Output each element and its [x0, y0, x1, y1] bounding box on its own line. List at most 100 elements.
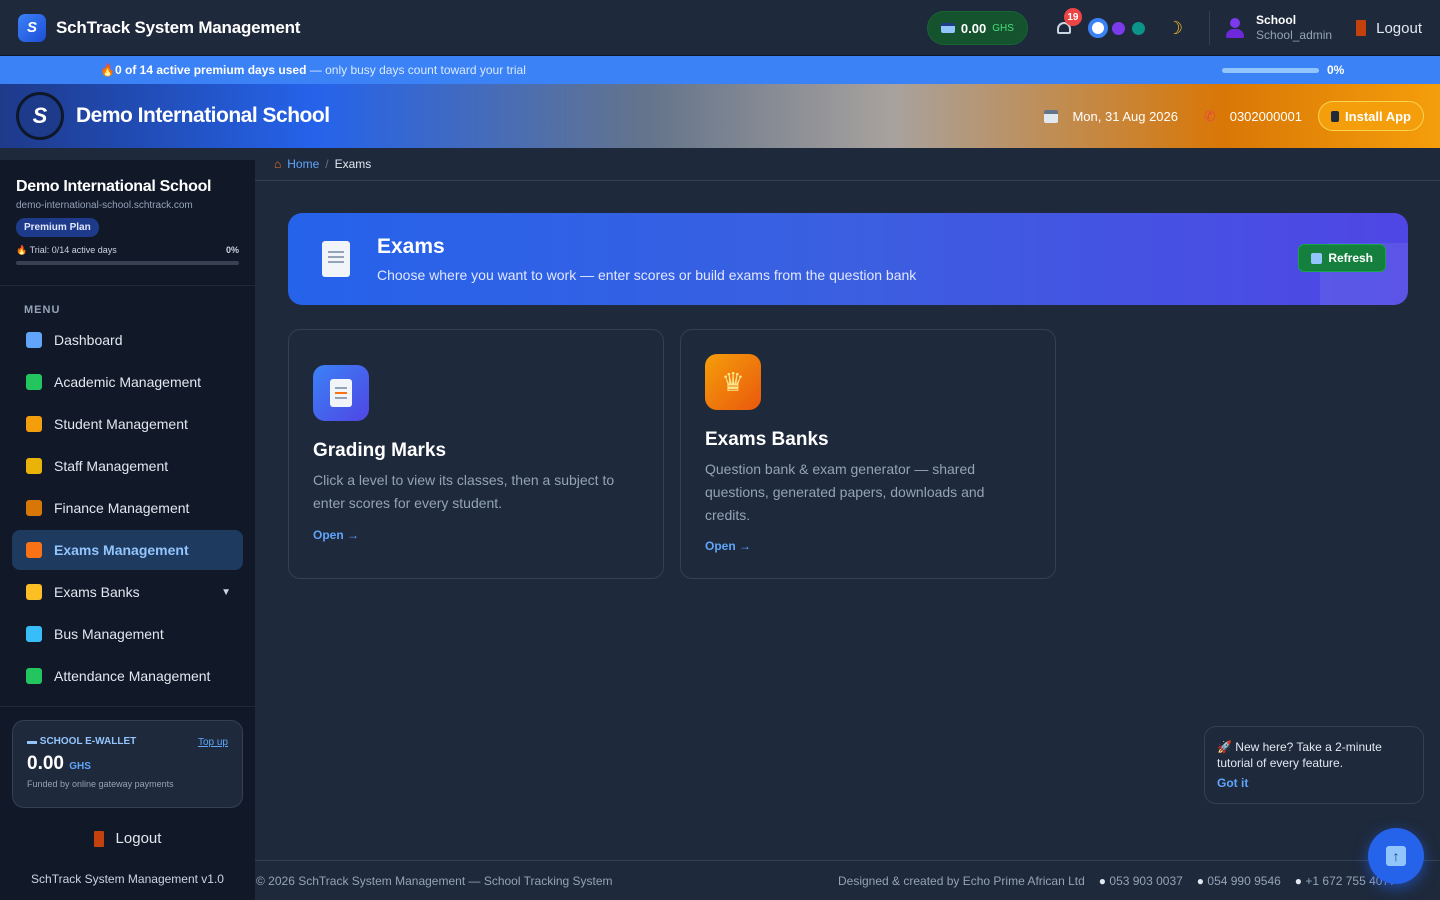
bar-chart-icon	[26, 332, 42, 348]
breadcrumb-separator: /	[325, 157, 329, 171]
sidebar-item-label: Exams Management	[54, 542, 189, 558]
scroll-to-top-button[interactable]: ↑	[1368, 828, 1424, 884]
sidebar-item-finance[interactable]: Finance Management	[12, 488, 243, 528]
sidebar-item-academic[interactable]: Academic Management	[12, 362, 243, 402]
chevron-down-icon[interactable]: ▼	[221, 587, 231, 598]
door-icon	[1356, 20, 1367, 36]
exam-doc-icon	[26, 542, 42, 558]
staff-icon	[26, 458, 42, 474]
banner-info: Mon, 31 Aug 2026 ✆ 0302000001 Install Ap…	[1044, 84, 1424, 148]
school-banner: S Demo International School Mon, 31 Aug …	[0, 84, 1440, 148]
trial-message: 0 of 14 active premium days used — only …	[115, 63, 526, 77]
open-exams-banks-link[interactable]: Open →	[705, 539, 751, 553]
tutorial-message: 🚀 New here? Take a 2-minute tutorial of …	[1217, 740, 1382, 770]
sidebar-trial: 🔥 Trial: 0/14 active days 0%	[16, 245, 239, 257]
footer-credit: Designed & created by Echo Prime African…	[838, 873, 1085, 888]
notifications-button[interactable]: 19	[1054, 8, 1082, 38]
grading-marks-card[interactable]: Grading Marks Click a level to view its …	[288, 329, 664, 579]
trial-progress-bar	[1222, 68, 1319, 73]
user-name: School	[1256, 13, 1297, 27]
phone-icon: ✆	[1203, 107, 1216, 124]
current-date: Mon, 31 Aug 2026	[1072, 108, 1178, 124]
tutorial-popup: 🚀 New here? Take a 2-minute tutorial of …	[1204, 726, 1424, 804]
wallet-amount: 0.00	[960, 20, 987, 36]
sidebar-item-staff[interactable]: Staff Management	[12, 446, 243, 486]
footer-contacts: Designed & created by Echo Prime African…	[838, 874, 1396, 888]
sidebar-item-students[interactable]: Student Management	[12, 404, 243, 444]
card-title: Exams Banks	[705, 429, 829, 450]
exams-banks-card[interactable]: ♛ Exams Banks Question bank & exam gener…	[680, 329, 1056, 579]
dark-mode-moon-icon[interactable]: ☽	[1167, 18, 1183, 39]
ewallet-currency: GHS	[69, 761, 91, 772]
breadcrumb-current: Exams	[334, 157, 372, 171]
footer-copyright: © 2026 SchTrack System Management — Scho…	[256, 873, 613, 888]
sidebar-item-dashboard[interactable]: Dashboard	[12, 320, 243, 360]
breadcrumb-home-link[interactable]: Home	[287, 157, 319, 171]
chat-icon: ●	[1196, 873, 1205, 888]
refresh-button[interactable]: Refresh	[1298, 244, 1386, 272]
menu-heading: MENU	[24, 304, 61, 316]
install-app-button[interactable]: Install App	[1318, 101, 1424, 131]
theme-teal-option[interactable]	[1131, 21, 1145, 35]
topup-link[interactable]: Top up	[198, 737, 228, 748]
tutorial-dismiss-button[interactable]: Got it	[1217, 776, 1411, 790]
trial-usage-strip: 🔥 0 of 14 active premium days used — onl…	[0, 56, 1440, 84]
sidebar-school-info: Demo International School demo-internati…	[0, 160, 255, 286]
sidebar: Demo International School demo-internati…	[0, 160, 255, 900]
app-logo[interactable]: S	[18, 13, 46, 42]
divider	[1209, 11, 1211, 45]
sidebar-item-label: Dashboard	[54, 332, 123, 348]
credit-card-icon	[940, 23, 955, 33]
exam-doc-icon	[322, 241, 350, 277]
money-bag-icon	[26, 500, 42, 516]
trial-percent: 0%	[1327, 63, 1345, 77]
sidebar-item-bus[interactable]: Bus Management	[12, 614, 243, 654]
sidebar-item-label: Exams Banks	[54, 584, 140, 600]
page-subtitle: Choose where you want to work — enter sc…	[377, 267, 917, 283]
ewallet-amount: 0.00 GHS	[27, 753, 91, 774]
chat-icon: ●	[1294, 873, 1303, 888]
sidebar-item-attendance[interactable]: Attendance Management	[12, 656, 243, 696]
notification-count-badge: 19	[1063, 8, 1082, 26]
door-icon	[93, 830, 104, 847]
home-icon: ⌂	[274, 157, 282, 171]
user-menu[interactable]: School School_admin	[1256, 13, 1332, 43]
install-app-label: Install App	[1345, 108, 1411, 124]
trial-highlight: 0 of 14 active premium days used	[115, 63, 307, 77]
user-role: School_admin	[1256, 28, 1333, 42]
footer: © 2026 SchTrack System Management — Scho…	[255, 860, 1440, 900]
footer-phone-1[interactable]: ● 053 903 0037	[1099, 874, 1183, 888]
logout-button[interactable]: Logout	[1376, 20, 1422, 37]
open-grading-marks-link[interactable]: Open →	[313, 528, 359, 542]
user-avatar-icon[interactable]	[1226, 18, 1245, 38]
sidebar-trial-bar	[16, 261, 239, 265]
card-description: Click a level to view its classes, then …	[313, 472, 615, 511]
breadcrumb: ⌂ Home / Exams	[255, 148, 1440, 181]
exams-banks-icon-tile: ♛	[705, 354, 761, 410]
top-right-controls: 0.00 GHS 19 ☽ School School_admin Logout	[926, 0, 1422, 56]
theme-light-option[interactable]	[1087, 18, 1108, 38]
refresh-icon	[1311, 252, 1323, 264]
phone-device-icon	[1331, 110, 1340, 122]
sidebar-menu: Dashboard Academic Management Student Ma…	[12, 320, 243, 698]
sidebar-item-label: Student Management	[54, 416, 188, 432]
app-title[interactable]: SchTrack System Management	[56, 18, 300, 38]
sidebar-item-label: Academic Management	[54, 374, 202, 390]
arrow-up-icon: ↑	[1386, 846, 1406, 866]
sidebar-item-exams-banks[interactable]: Exams Banks ▼	[12, 572, 243, 612]
footer-phone-2[interactable]: ● 054 990 9546	[1197, 874, 1281, 888]
wallet-currency: GHS	[992, 22, 1014, 34]
grading-marks-icon-tile	[313, 365, 369, 421]
theme-purple-option[interactable]	[1111, 21, 1125, 35]
trial-note: — only busy days count toward your trial	[306, 63, 526, 77]
page-title: Exams	[377, 235, 445, 258]
flame-icon: 🔥	[100, 63, 115, 77]
wallet-balance-pill[interactable]: 0.00 GHS	[926, 11, 1028, 45]
calendar-icon	[1044, 109, 1059, 123]
sidebar-item-label: Finance Management	[54, 500, 190, 516]
card-description: Question bank & exam generator — shared …	[705, 461, 985, 523]
sidebar-logout-button[interactable]: Logout	[0, 830, 255, 847]
exam-doc-icon	[330, 379, 352, 407]
exams-header-card: Exams Choose where you want to work — en…	[288, 213, 1408, 305]
sidebar-item-exams[interactable]: Exams Management	[12, 530, 243, 570]
